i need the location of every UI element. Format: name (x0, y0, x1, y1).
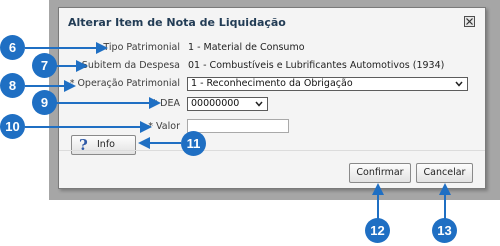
annotation-badge-13: 13 (432, 218, 457, 243)
annotation-arrows (25, 42, 451, 220)
annotation-badge-6: 6 (0, 35, 25, 60)
annotation-badge-12: 12 (365, 218, 390, 243)
annotation-badge-11: 11 (181, 131, 206, 156)
annotation-badge-10: 10 (0, 114, 25, 139)
annotation-badge-9: 9 (32, 90, 57, 115)
annotation-badge-8: 8 (0, 73, 25, 98)
annotation-badge-7: 7 (32, 53, 57, 78)
